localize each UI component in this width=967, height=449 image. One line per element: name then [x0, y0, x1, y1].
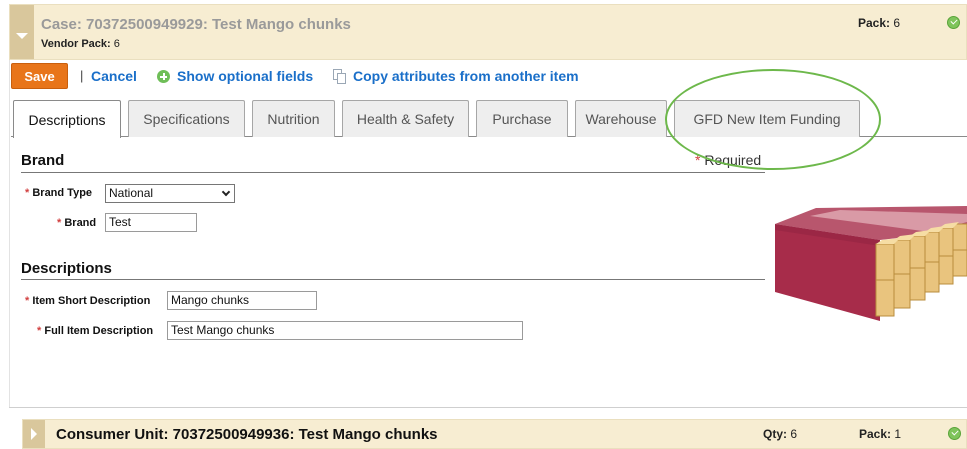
- save-button[interactable]: Save: [11, 63, 68, 89]
- tab-warehouse[interactable]: Warehouse: [575, 100, 667, 137]
- chevron-right-icon: [31, 428, 37, 440]
- brand-type-label: * Brand Type: [25, 187, 93, 199]
- consumer-unit-qty-label: Qty:: [763, 427, 787, 441]
- case-pack-label: Pack:: [858, 16, 891, 30]
- brand-input[interactable]: Test: [105, 213, 197, 232]
- consumer-unit-expand-toggle[interactable]: [23, 420, 45, 448]
- section-divider: [21, 172, 765, 173]
- case-pack: Pack: 6: [858, 16, 900, 30]
- required-text: Required: [704, 152, 762, 168]
- tab-health-safety[interactable]: Health & Safety: [342, 100, 469, 137]
- show-optional-fields-link[interactable]: Show optional fields: [177, 68, 313, 84]
- case-illustration: [775, 206, 967, 321]
- tab-descriptions[interactable]: Descriptions: [13, 100, 121, 138]
- vendor-pack-value: 6: [113, 38, 120, 50]
- copy-attributes-link[interactable]: Copy attributes from another item: [353, 68, 579, 84]
- chevron-down-icon: [16, 33, 28, 39]
- required-note: * Required: [695, 152, 761, 168]
- vendor-pack-label: Vendor Pack:: [41, 38, 111, 50]
- case-collapse-toggle[interactable]: [10, 5, 34, 59]
- brand-section-title: Brand: [21, 152, 65, 169]
- cancel-link[interactable]: Cancel: [91, 68, 137, 84]
- vendor-pack: Vendor Pack: 6: [41, 38, 120, 50]
- full-item-description-label: * Full Item Description: [37, 325, 154, 337]
- consumer-unit-title: Consumer Unit: 70372500949936: Test Mang…: [56, 426, 438, 443]
- brand-label: * Brand: [57, 217, 97, 229]
- consumer-unit-qty-value: 6: [790, 427, 798, 441]
- check-circle-icon: [947, 16, 960, 29]
- tab-specifications[interactable]: Specifications: [128, 100, 245, 137]
- copy-icon[interactable]: [333, 69, 347, 84]
- check-circle-icon: [948, 427, 961, 440]
- consumer-unit-pack-value: 1: [894, 427, 902, 441]
- section-divider: [21, 279, 765, 280]
- consumer-unit-pack-label: Pack:: [859, 427, 892, 441]
- panel-border: [9, 60, 10, 408]
- brand-type-select[interactable]: National: [105, 184, 235, 203]
- case-header: Case: 70372500949929: Test Mango chunks …: [9, 4, 967, 60]
- consumer-unit-header: Consumer Unit: 70372500949936: Test Mang…: [22, 419, 967, 449]
- tab-gfd-new-item-funding[interactable]: GFD New Item Funding: [674, 100, 860, 137]
- chevron-down-icon: [221, 187, 231, 197]
- tab-nutrition[interactable]: Nutrition: [252, 100, 335, 137]
- descriptions-section-title: Descriptions: [21, 260, 112, 277]
- brand-type-value: National: [109, 186, 154, 200]
- case-pack-value: 6: [893, 16, 901, 30]
- required-star: *: [695, 152, 701, 168]
- toolbar-separator: |: [80, 68, 84, 83]
- plus-circle-icon[interactable]: [157, 70, 170, 83]
- item-short-description-label: * Item Short Description: [25, 295, 151, 307]
- tab-purchase[interactable]: Purchase: [476, 100, 568, 137]
- panel-border: [9, 407, 967, 408]
- consumer-unit-qty: Qty: 6: [763, 427, 797, 441]
- case-title: Case: 70372500949929: Test Mango chunks: [41, 16, 351, 33]
- item-short-description-input[interactable]: Mango chunks: [167, 291, 317, 310]
- consumer-unit-pack: Pack: 1: [859, 427, 901, 441]
- full-item-description-input[interactable]: Test Mango chunks: [167, 321, 523, 340]
